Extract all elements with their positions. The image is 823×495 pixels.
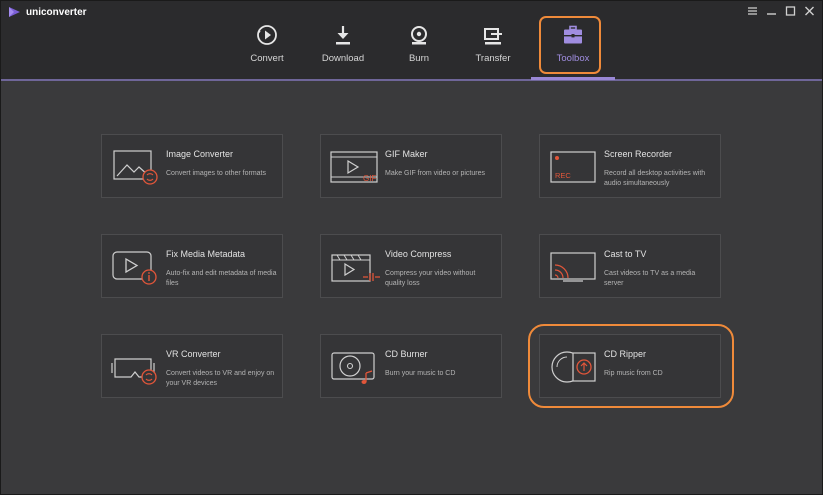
image-converter-icon: [113, 150, 158, 185]
tool-title: Fix Media Metadata: [166, 249, 246, 259]
tool-title: Video Compress: [385, 249, 452, 259]
burn-icon: [411, 26, 427, 45]
tool-description: Convert images to other formats: [166, 170, 266, 177]
tool-card-cd-burner[interactable]: CD Burner Burn your music to CD: [320, 334, 502, 398]
cd-burner-icon: [331, 352, 375, 384]
tool-description: Convert videos to VR and enjoy on your V…: [166, 370, 275, 387]
cast-tv-icon: [550, 252, 596, 282]
tool-title: Cast to TV: [604, 249, 647, 259]
toolbox-icon: [564, 25, 582, 44]
transfer-icon: [484, 28, 502, 45]
tool-description: Make GIF from video or pictures: [385, 170, 485, 177]
tab-label: Burn: [408, 53, 430, 64]
tab-transfer[interactable]: Transfer: [458, 17, 528, 73]
main-nav: Convert Download Burn Transfer Toolbox: [1, 1, 822, 79]
tool-title: CD Burner: [385, 349, 428, 359]
tool-title: CD Ripper: [604, 349, 647, 359]
tool-card-screen-recorder[interactable]: REC Screen Recorder Record all desktop a…: [539, 134, 721, 198]
gif-icon-text: GIF: [363, 174, 376, 183]
tool-card-video-compress[interactable]: Video Compress Compress your video witho…: [320, 234, 502, 298]
video-compress-icon: [331, 254, 380, 282]
rec-icon-text: REC: [555, 171, 571, 180]
tool-card-cast-to-tv[interactable]: Cast to TV Cast videos to TV as a media …: [539, 234, 721, 298]
tool-card-vr-converter[interactable]: VR Converter Convert videos to VR and en…: [101, 334, 283, 398]
tool-card-gif-maker[interactable]: GIF GIF Maker Make GIF from video or pic…: [320, 134, 502, 198]
tool-description: Compress your video without quality loss: [385, 270, 476, 287]
tab-convert[interactable]: Convert: [232, 17, 302, 73]
tool-description: Record all desktop activities with audio…: [604, 170, 706, 187]
tool-title: VR Converter: [166, 349, 221, 359]
gif-maker-icon: GIF: [330, 151, 378, 183]
tool-card-cd-ripper[interactable]: CD Ripper Rip music from CD: [539, 334, 721, 398]
tab-label: Convert: [250, 53, 284, 64]
tab-label: Download: [321, 53, 365, 64]
tool-title: GIF Maker: [385, 149, 428, 159]
tab-toolbox[interactable]: Toolbox: [538, 17, 608, 73]
tab-label: Toolbox: [556, 53, 590, 64]
download-icon: [336, 26, 350, 45]
tool-card-image-converter[interactable]: Image Converter Convert images to other …: [101, 134, 283, 198]
tool-title: Image Converter: [166, 149, 234, 159]
tool-title: Screen Recorder: [604, 149, 673, 159]
tool-description: Burn your music to CD: [385, 370, 456, 377]
tool-description: Auto-fix and edit metadata of media file…: [166, 270, 277, 287]
cd-ripper-icon: [551, 351, 596, 383]
metadata-icon: [112, 251, 157, 285]
header-divider: [1, 79, 822, 81]
app-window: uniconverter Convert Download Burn Trans…: [0, 0, 823, 495]
active-tab-indicator: [531, 77, 615, 80]
tool-card-fix-media-metadata[interactable]: Fix Media Metadata Auto-fix and edit met…: [101, 234, 283, 298]
tab-label: Transfer: [475, 53, 511, 64]
vr-converter-icon: [111, 358, 157, 385]
tool-description: Cast videos to TV as a media server: [604, 270, 696, 287]
screen-recorder-icon: REC: [550, 151, 596, 183]
tab-download[interactable]: Download: [308, 17, 378, 73]
tab-burn[interactable]: Burn: [384, 17, 454, 73]
tool-description: Rip music from CD: [604, 370, 663, 377]
convert-icon: [257, 25, 277, 45]
